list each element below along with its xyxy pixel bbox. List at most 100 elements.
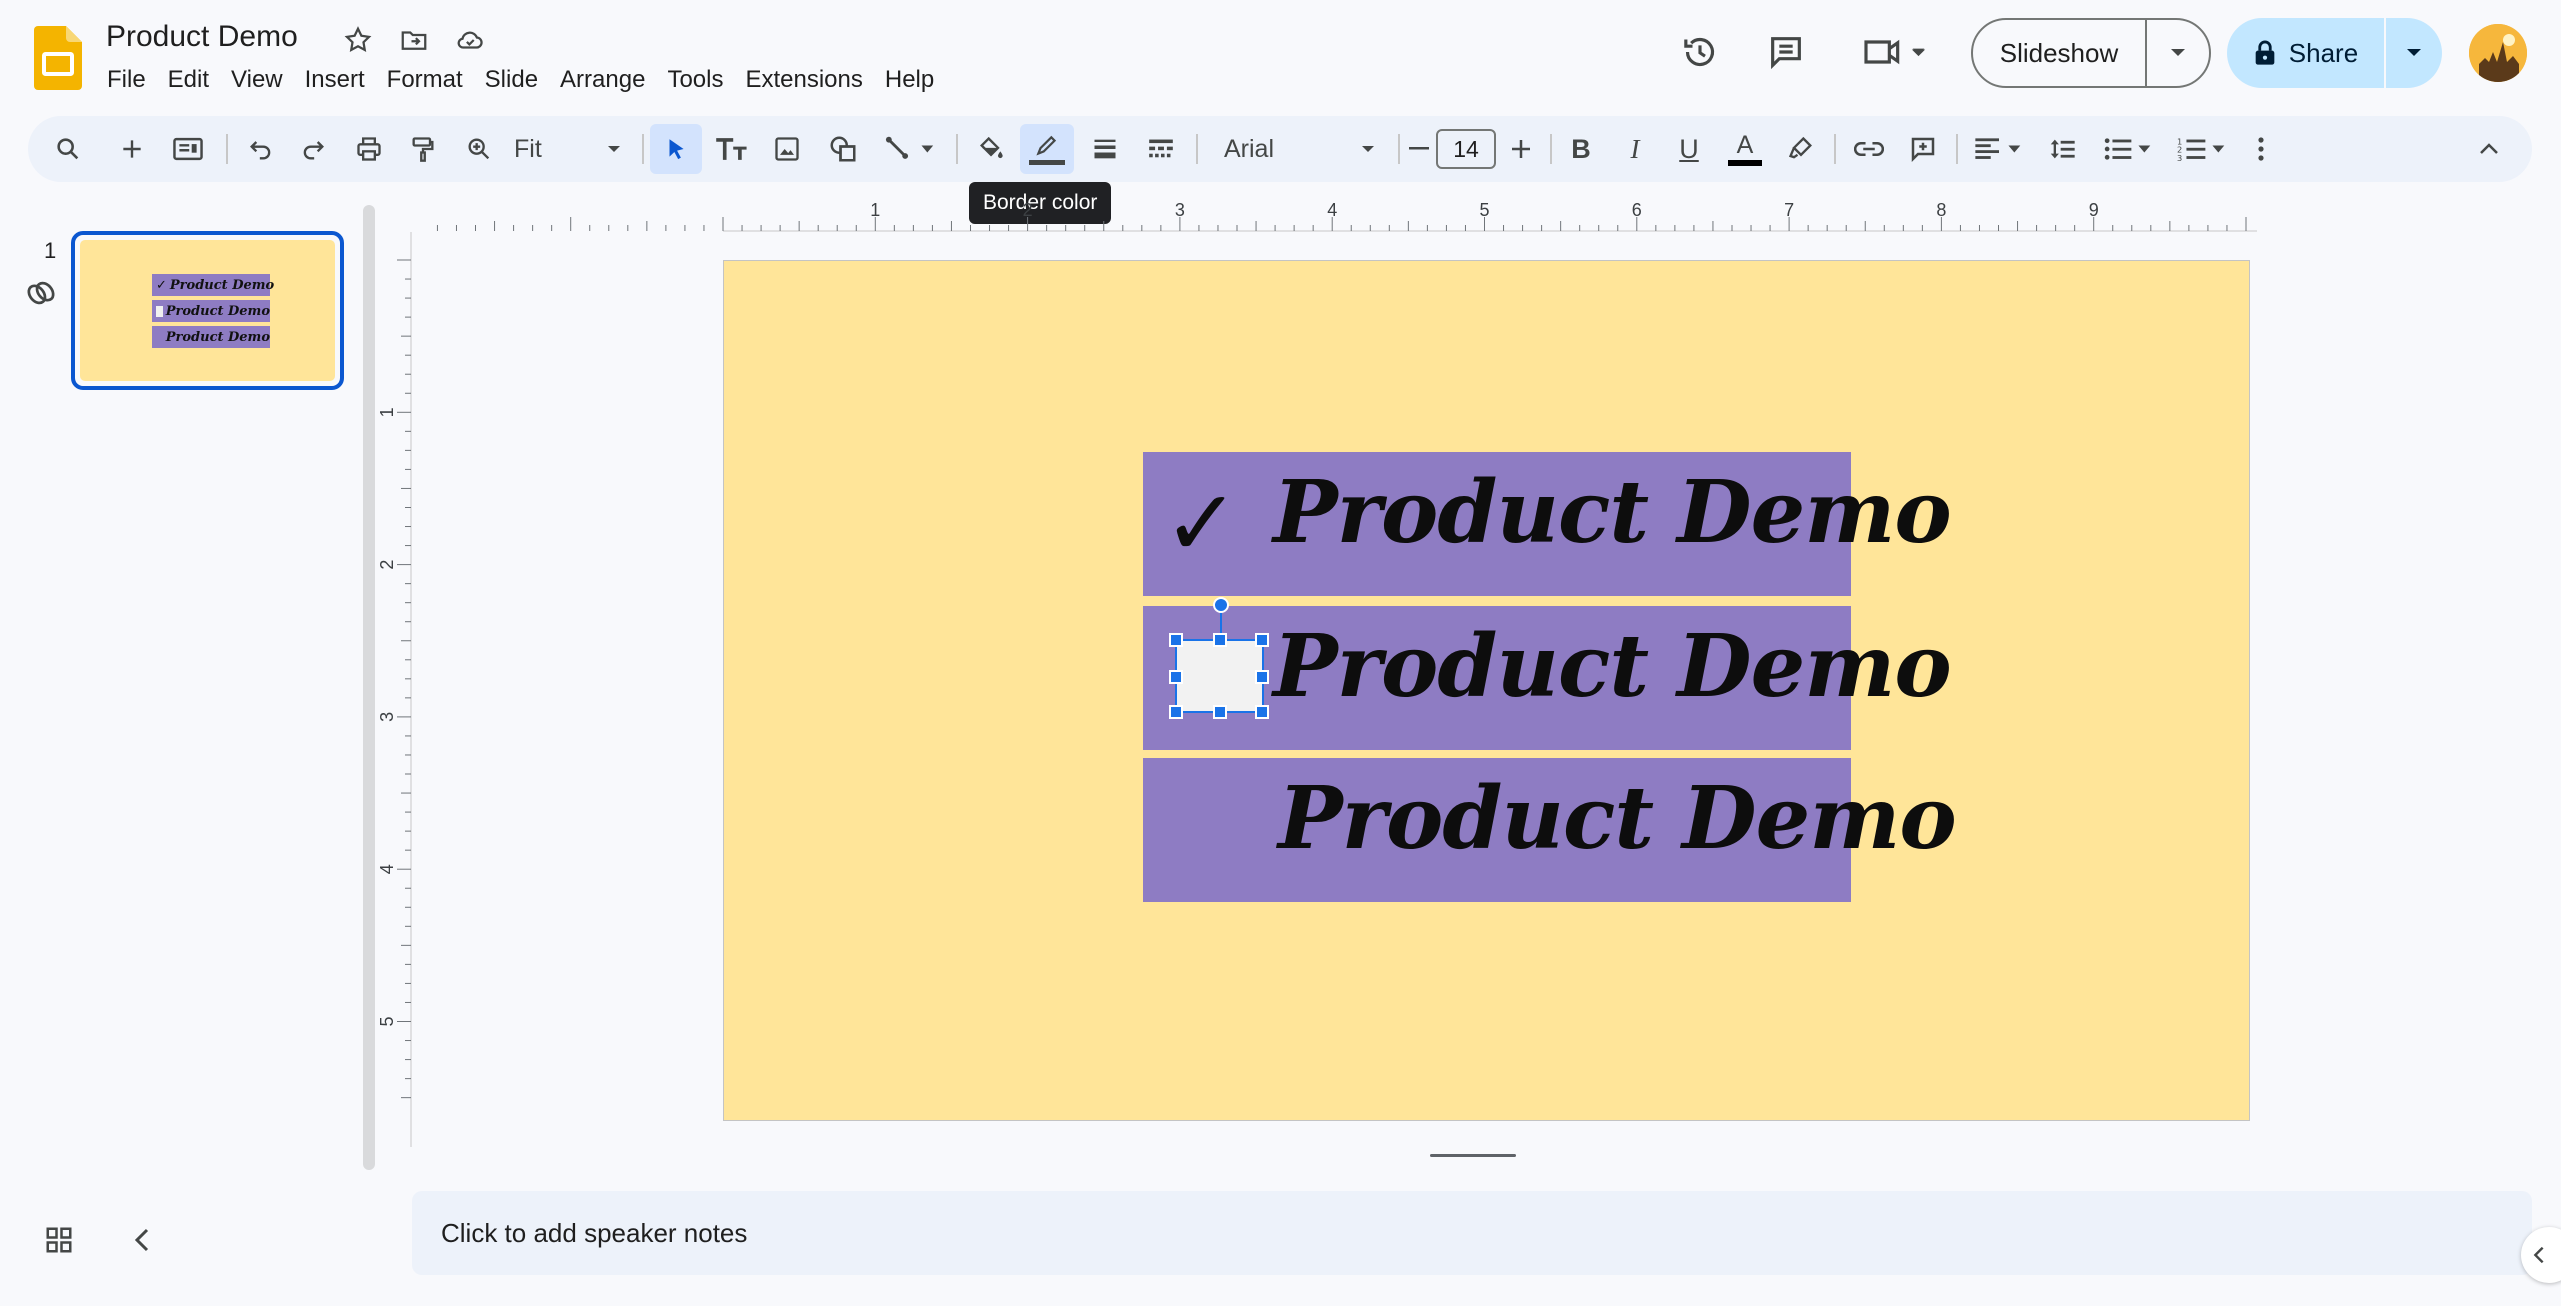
- line-tool-icon[interactable]: [876, 116, 946, 182]
- slide-thumbnail-canvas: ✓ Product Demo Product Demo Product Demo: [80, 240, 335, 381]
- font-family-select[interactable]: Arial: [1210, 116, 1390, 182]
- vertical-ruler[interactable]: 1 2 3 4 5: [380, 232, 412, 1147]
- menu-file[interactable]: File: [96, 62, 157, 98]
- star-icon[interactable]: [340, 22, 376, 58]
- resize-handle-e[interactable]: [1255, 670, 1269, 684]
- insert-link-icon[interactable]: [1846, 116, 1892, 182]
- menu-extensions[interactable]: Extensions: [734, 62, 873, 98]
- add-comment-icon[interactable]: [1900, 116, 1946, 182]
- redo-icon[interactable]: [290, 116, 336, 182]
- slideshow-button-group: Slideshow: [1971, 18, 2211, 88]
- svg-text:3: 3: [2177, 153, 2182, 162]
- linked-object-icon[interactable]: [24, 278, 58, 308]
- slideshow-options-dropdown[interactable]: [2147, 20, 2209, 86]
- move-to-folder-icon[interactable]: [396, 22, 432, 58]
- highlight-color-icon[interactable]: [1778, 116, 1824, 182]
- increase-font-size-icon[interactable]: [1502, 116, 1540, 182]
- print-icon[interactable]: [346, 116, 392, 182]
- insert-image-icon[interactable]: [764, 116, 810, 182]
- horizontal-ruler[interactable]: 1 2 3 4 5 6 7 8 9: [412, 200, 2257, 232]
- numbered-list-icon[interactable]: 123: [2170, 116, 2236, 182]
- resize-handle-n[interactable]: [1213, 633, 1227, 647]
- line-spacing-icon[interactable]: [2040, 116, 2086, 182]
- slide-thumbnail[interactable]: ✓ Product Demo Product Demo Product Demo: [71, 231, 344, 390]
- slide-canvas[interactable]: ✓ Product Demo Product Demo Product Demo: [723, 260, 2250, 1121]
- resize-handle-sw[interactable]: [1169, 705, 1183, 719]
- notes-resize-handle[interactable]: [1430, 1154, 1516, 1157]
- meet-camera-icon[interactable]: [1856, 28, 1936, 76]
- font-size-input[interactable]: 14: [1436, 129, 1496, 169]
- version-history-icon[interactable]: [1676, 28, 1724, 76]
- thumbnail-checkbox: [156, 305, 163, 317]
- menu-bar: File Edit View Insert Format Slide Arran…: [96, 62, 945, 98]
- italic-icon[interactable]: I: [1614, 116, 1656, 182]
- search-menus-icon[interactable]: [44, 116, 92, 182]
- chevron-down-icon: [1362, 146, 1374, 152]
- option-row-text: Product Demo: [1273, 616, 1952, 717]
- text-box-icon[interactable]: [708, 116, 756, 182]
- option-row-plain[interactable]: Product Demo: [1143, 758, 1957, 902]
- shape-icon[interactable]: [820, 116, 866, 182]
- text-color-icon[interactable]: A: [1722, 116, 1768, 182]
- layout-icon[interactable]: [164, 116, 212, 182]
- slides-logo-icon[interactable]: [34, 26, 82, 90]
- option-row-checked[interactable]: ✓ Product Demo: [1143, 452, 1952, 596]
- share-button[interactable]: Share: [2227, 18, 2386, 88]
- resize-handle-ne[interactable]: [1255, 633, 1269, 647]
- menu-edit[interactable]: Edit: [157, 62, 220, 98]
- ruler-tick-label: 5: [380, 1016, 397, 1026]
- underline-icon[interactable]: U: [1668, 116, 1710, 182]
- ruler-tick-label: 9: [2089, 200, 2099, 220]
- speaker-notes[interactable]: Click to add speaker notes: [412, 1191, 2532, 1275]
- thumbnail-row-text: Product Demo: [169, 277, 275, 293]
- zoom-select[interactable]: Fit: [508, 116, 628, 182]
- slideshow-button[interactable]: Slideshow: [1973, 20, 2147, 86]
- document-title[interactable]: Product Demo: [106, 20, 298, 54]
- resize-handle-se[interactable]: [1255, 705, 1269, 719]
- option-row-text: Product Demo: [1278, 768, 1957, 869]
- comments-icon[interactable]: [1762, 28, 1810, 76]
- grid-view-icon[interactable]: [44, 1225, 84, 1265]
- menu-arrange[interactable]: Arrange: [549, 62, 656, 98]
- menu-format[interactable]: Format: [376, 62, 474, 98]
- border-color-swatch: [1029, 159, 1065, 165]
- resize-handle-s[interactable]: [1213, 705, 1227, 719]
- fill-color-icon[interactable]: [968, 116, 1014, 182]
- collapse-toolbar-icon[interactable]: [2466, 116, 2512, 182]
- chevron-left-icon: [2533, 1246, 2544, 1264]
- border-weight-icon[interactable]: [1082, 116, 1128, 182]
- select-tool-icon[interactable]: [650, 124, 702, 174]
- slide-number: 1: [44, 238, 57, 263]
- share-options-dropdown[interactable]: [2386, 18, 2442, 88]
- ruler-tick-label: 6: [1632, 200, 1642, 220]
- new-slide-icon[interactable]: [110, 116, 154, 182]
- collapse-filmstrip-icon[interactable]: [132, 1225, 164, 1265]
- menu-view[interactable]: View: [220, 62, 294, 98]
- undo-icon[interactable]: [238, 116, 284, 182]
- more-options-icon[interactable]: [2246, 116, 2276, 182]
- resize-handle-nw[interactable]: [1169, 633, 1183, 647]
- rotate-handle[interactable]: [1213, 597, 1229, 613]
- filmstrip-scrollbar[interactable]: [363, 205, 375, 1170]
- resize-handle-w[interactable]: [1169, 670, 1183, 684]
- cloud-saved-icon[interactable]: [452, 22, 488, 58]
- text-color-swatch: [1728, 159, 1762, 166]
- zoom-value: Fit: [514, 134, 542, 163]
- selected-checkbox-shape[interactable]: [1169, 597, 1269, 719]
- share-button-group: Share: [2227, 18, 2442, 88]
- border-dash-icon[interactable]: [1138, 116, 1184, 182]
- option-row-checkbox[interactable]: Product Demo: [1143, 597, 1952, 750]
- zoom-icon[interactable]: [456, 116, 502, 182]
- bold-icon[interactable]: B: [1560, 116, 1602, 182]
- align-icon[interactable]: [1966, 116, 2032, 182]
- menu-slide[interactable]: Slide: [474, 62, 549, 98]
- toolbar-divider: [226, 134, 228, 164]
- menu-insert[interactable]: Insert: [294, 62, 376, 98]
- paint-format-icon[interactable]: [400, 116, 446, 182]
- border-color-icon[interactable]: [1020, 124, 1074, 174]
- decrease-font-size-icon[interactable]: [1404, 116, 1436, 182]
- menu-help[interactable]: Help: [874, 62, 945, 98]
- bulleted-list-icon[interactable]: [2096, 116, 2162, 182]
- menu-tools[interactable]: Tools: [656, 62, 734, 98]
- avatar[interactable]: [2469, 24, 2527, 82]
